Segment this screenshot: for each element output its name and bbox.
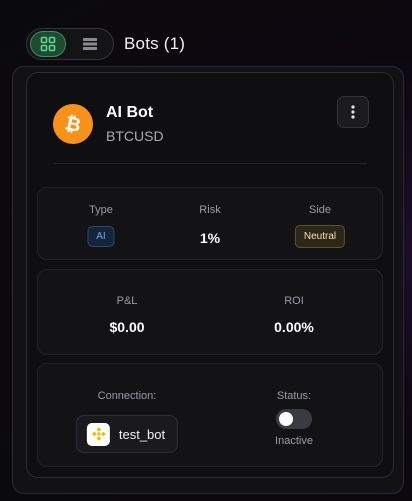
bot-name: AI Bot [106,104,154,121]
status-value: Inactive [275,435,313,447]
view-toggle [26,28,114,60]
bot-symbol: BTCUSD [106,128,164,144]
status-label: Status: [276,390,312,402]
toggle-knob [278,412,293,426]
bots-count-title: Bots (1) [124,34,186,53]
bots-header: Bots (1) [26,27,185,61]
type-stat: Type AI [87,203,115,247]
bot-card: ₿ AI Bot BTCUSD Type AI Risk 1% Side Neu… [26,72,394,478]
risk-stat: Risk 1% [199,203,220,247]
connection-name: test_bot [118,426,166,442]
more-vertical-icon [351,105,355,119]
type-badge: AI [87,226,115,247]
card-divider [53,163,367,164]
performance-panel: P&L $0.00 ROI 0.00% [37,269,383,355]
connection-status-panel: Connection: test_bot Status: Inactive [37,363,383,467]
side-label: Side [308,204,332,216]
bitcoin-icon: ₿ [53,104,93,144]
binance-icon [86,422,110,446]
roi-label: ROI [284,295,304,307]
bot-settings-panel: Type AI Risk 1% Side Neutral [37,187,383,260]
risk-value: 1% [199,230,221,246]
grid-view-icon [40,36,56,52]
side-badge: Neutral [294,225,346,248]
connection-section: Connection: test_bot [75,389,179,453]
pnl-stat: P&L $0.00 [109,294,144,336]
roi-stat: ROI 0.00% [274,294,314,336]
connection-label: Connection: [97,390,157,402]
roi-value: 0.00% [274,319,314,335]
pnl-label: P&L [116,295,138,307]
bot-menu-button[interactable] [337,96,369,128]
type-label: Type [89,204,113,216]
svg-text:₿: ₿ [63,113,83,135]
grid-view-button[interactable] [30,31,66,57]
list-view-icon [83,38,97,50]
status-toggle[interactable] [275,409,312,429]
side-stat: Side Neutral [294,203,346,248]
bot-identity: ₿ AI Bot BTCUSD [53,103,164,145]
list-view-button[interactable] [72,31,108,57]
status-section: Status: Inactive [275,389,313,447]
pnl-value: $0.00 [109,319,145,335]
risk-label: Risk [199,204,221,216]
connection-chip[interactable]: test_bot [75,415,179,453]
